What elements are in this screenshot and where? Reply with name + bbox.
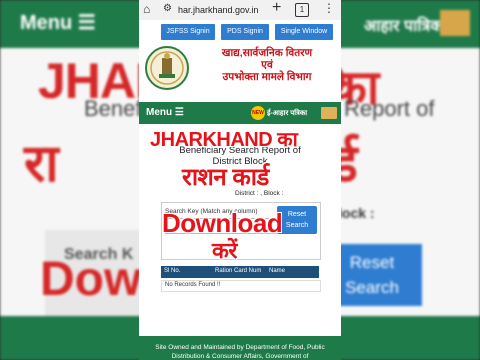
site-footer: Site Owned and Maintained by Department … — [139, 336, 341, 360]
bg-block-text: lock : — [338, 205, 375, 221]
caption-line-2: राशन कार्ड — [182, 164, 269, 191]
home-icon[interactable]: ⌂ — [143, 2, 150, 16]
more-menu-icon[interactable]: ⋮ — [323, 1, 335, 15]
new-tab-icon[interactable]: + — [272, 0, 281, 17]
column-sl-no[interactable]: Sl No. — [164, 268, 180, 274]
tab-count-icon[interactable]: 1 — [295, 3, 309, 17]
caption-line-4: करें — [212, 238, 237, 263]
top-button-row: JSFSS Signin PDS Signin Single Window — [139, 20, 341, 44]
reset-search-button[interactable]: Reset Search — [277, 206, 317, 234]
main-nav-bar: Menu ☰ NEW ई-आहार पत्रिका — [139, 102, 341, 124]
single-window-button[interactable]: Single Window — [275, 24, 333, 40]
bg-menu-text: Menu ☰ — [20, 12, 96, 34]
results-table-header: Sl No. Ration Card Num Name — [161, 266, 319, 278]
caption-line-1: JHARKHAND का — [150, 129, 298, 151]
e-ahar-patrika-link[interactable]: ई-आहार पत्रिका — [267, 109, 307, 118]
department-line-3: उपभोक्ता मामले विभाग — [222, 71, 312, 83]
bg-book-icon — [440, 10, 470, 36]
pds-signin-button[interactable]: PDS Signin — [221, 24, 269, 40]
department-name: खाद्य,सार्वजनिक वितरण एवं उपभोक्ता मामले… — [193, 47, 341, 83]
menu-button[interactable]: Menu ☰ — [146, 107, 184, 118]
new-badge-icon: NEW — [251, 106, 265, 120]
department-line-1: खाद्य,सार्वजनिक वितरण — [221, 47, 313, 59]
table-row: No Records Found !! — [161, 280, 321, 292]
bg-download-text: Dow — [40, 253, 142, 306]
browser-address-bar: ⌂ ⚙ har.jharkhand.gov.in + 1 ⋮ — [139, 0, 341, 20]
department-line-2: एवं — [261, 59, 273, 71]
column-name[interactable]: Name — [269, 268, 285, 274]
empty-message: No Records Found !! — [165, 282, 221, 288]
bg-card-left: रा — [24, 135, 59, 193]
book-icon — [321, 107, 337, 119]
site-settings-icon[interactable]: ⚙ — [163, 3, 172, 14]
jsfss-signin-button[interactable]: JSFSS Signin — [161, 24, 215, 40]
government-emblem-logo — [145, 46, 189, 90]
column-ration-card-num[interactable]: Ration Card Num — [215, 268, 261, 274]
bg-right-text: आहार पात्रिका — [364, 18, 447, 35]
bg-report-right: Report of — [344, 96, 435, 121]
url-text[interactable]: har.jharkhand.gov.in — [178, 5, 258, 15]
